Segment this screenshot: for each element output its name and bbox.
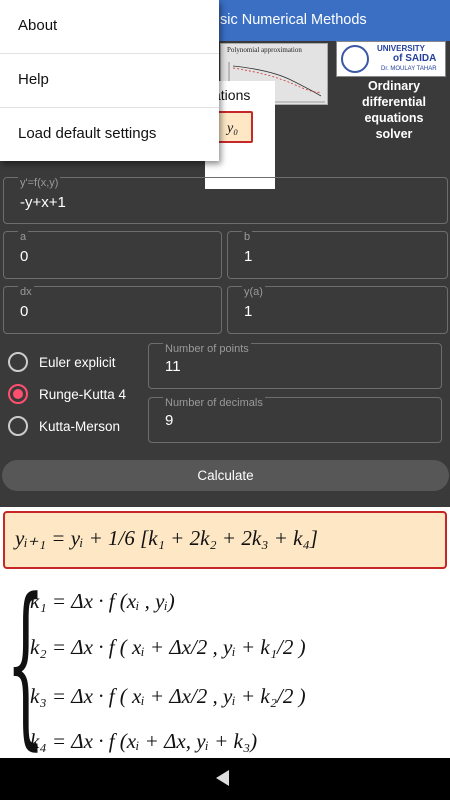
calculate-button[interactable]: Calculate — [2, 460, 449, 491]
university-emblem-icon — [341, 45, 369, 73]
logo-saida: of SAIDA — [393, 53, 437, 64]
menu-divider — [0, 107, 219, 108]
equation-value: -y+x+1 — [20, 194, 66, 211]
radio-kutta-merson[interactable]: Kutta-Merson — [8, 414, 120, 438]
solver-subtitle: Ordinary differential equations solver — [362, 79, 426, 141]
k2-equation: k₂ = Δx · f ( xᵢ + Δx/2 , yᵢ + k₁/2 ) — [30, 635, 306, 659]
ya-label: y(a) — [242, 286, 265, 298]
radio-euler-circle-icon[interactable] — [8, 352, 28, 372]
logo-university: UNIVERSITY — [377, 44, 426, 53]
a-label: a — [18, 231, 29, 243]
radio-rk4-label: Runge-Kutta 4 — [39, 386, 127, 402]
formula-panel: yᵢ₊₁ = yᵢ + 1/6 [k₁ + 2k₂ + 2k₃ + k₄] { … — [0, 507, 450, 758]
ya-value: 1 — [244, 303, 253, 320]
radio-rk4-circle-icon[interactable] — [8, 384, 28, 404]
rk4-main-formula-text: yᵢ₊₁ = yᵢ + 1/6 [k₁ + 2k₂ + 2k₃ + k₄] — [15, 526, 318, 550]
equation-field[interactable]: y'=f(x,y) -y+x+1 — [3, 177, 448, 224]
k3-equation: k₃ = Δx · f ( xᵢ + Δx/2 , yᵢ + k₂/2 ) — [30, 684, 306, 708]
method-card-chip-text: y₀ — [227, 121, 239, 136]
decimals-value: 9 — [165, 412, 174, 429]
dx-value: 0 — [20, 303, 29, 320]
k4-equation: k₄ = Δx · f (xᵢ + Δx, yᵢ + k₃) — [30, 729, 258, 753]
ya-field[interactable]: y(a) 1 — [227, 286, 448, 334]
radio-kutta-merson-circle-icon[interactable] — [8, 416, 28, 436]
menu-divider — [0, 53, 219, 54]
a-value: 0 — [20, 248, 29, 265]
k1-equation: k₁ = Δx · f (xᵢ , yᵢ) — [30, 589, 175, 613]
university-logo: UNIVERSITY of SAIDA Dr. MOULAY TAHAR — [336, 41, 446, 77]
radio-kutta-merson-label: Kutta-Merson — [39, 418, 121, 434]
menu-item-load-defaults[interactable]: Load default settings — [18, 125, 156, 142]
rk4-k-system: { k₁ = Δx · f (xᵢ , yᵢ) k₂ = Δx · f ( xᵢ… — [6, 576, 446, 759]
back-triangle-icon[interactable] — [216, 770, 229, 786]
menu-item-help[interactable]: Help — [18, 71, 49, 88]
b-value: 1 — [244, 248, 253, 265]
b-label: b — [242, 231, 253, 243]
decimals-label: Number of decimals — [163, 397, 265, 409]
method-card-chip: y₀ — [213, 111, 253, 143]
a-field[interactable]: a 0 — [3, 231, 222, 279]
points-field[interactable]: Number of points 11 — [148, 343, 442, 389]
points-value: 11 — [165, 358, 181, 375]
decimals-field[interactable]: Number of decimals 9 — [148, 397, 442, 443]
rk4-main-formula: yᵢ₊₁ = yᵢ + 1/6 [k₁ + 2k₂ + 2k₃ + k₄] — [3, 511, 447, 569]
radio-euler-label: Euler explicit — [39, 354, 116, 370]
menu-item-about[interactable]: About — [18, 17, 57, 34]
b-field[interactable]: b 1 — [227, 231, 448, 279]
overflow-menu: About Help Load default settings — [0, 0, 219, 161]
radio-euler[interactable]: Euler explicit — [8, 350, 116, 374]
dx-label: dx — [18, 286, 34, 298]
system-nav-bar — [0, 758, 450, 800]
dx-field[interactable]: dx 0 — [3, 286, 222, 334]
equation-label: y'=f(x,y) — [18, 177, 61, 189]
logo-founder: Dr. MOULAY TAHAR — [381, 66, 437, 72]
radio-rk4[interactable]: Runge-Kutta 4 — [8, 382, 126, 406]
app-title: sic Numerical Methods — [220, 12, 367, 28]
points-label: Number of points — [163, 343, 251, 355]
